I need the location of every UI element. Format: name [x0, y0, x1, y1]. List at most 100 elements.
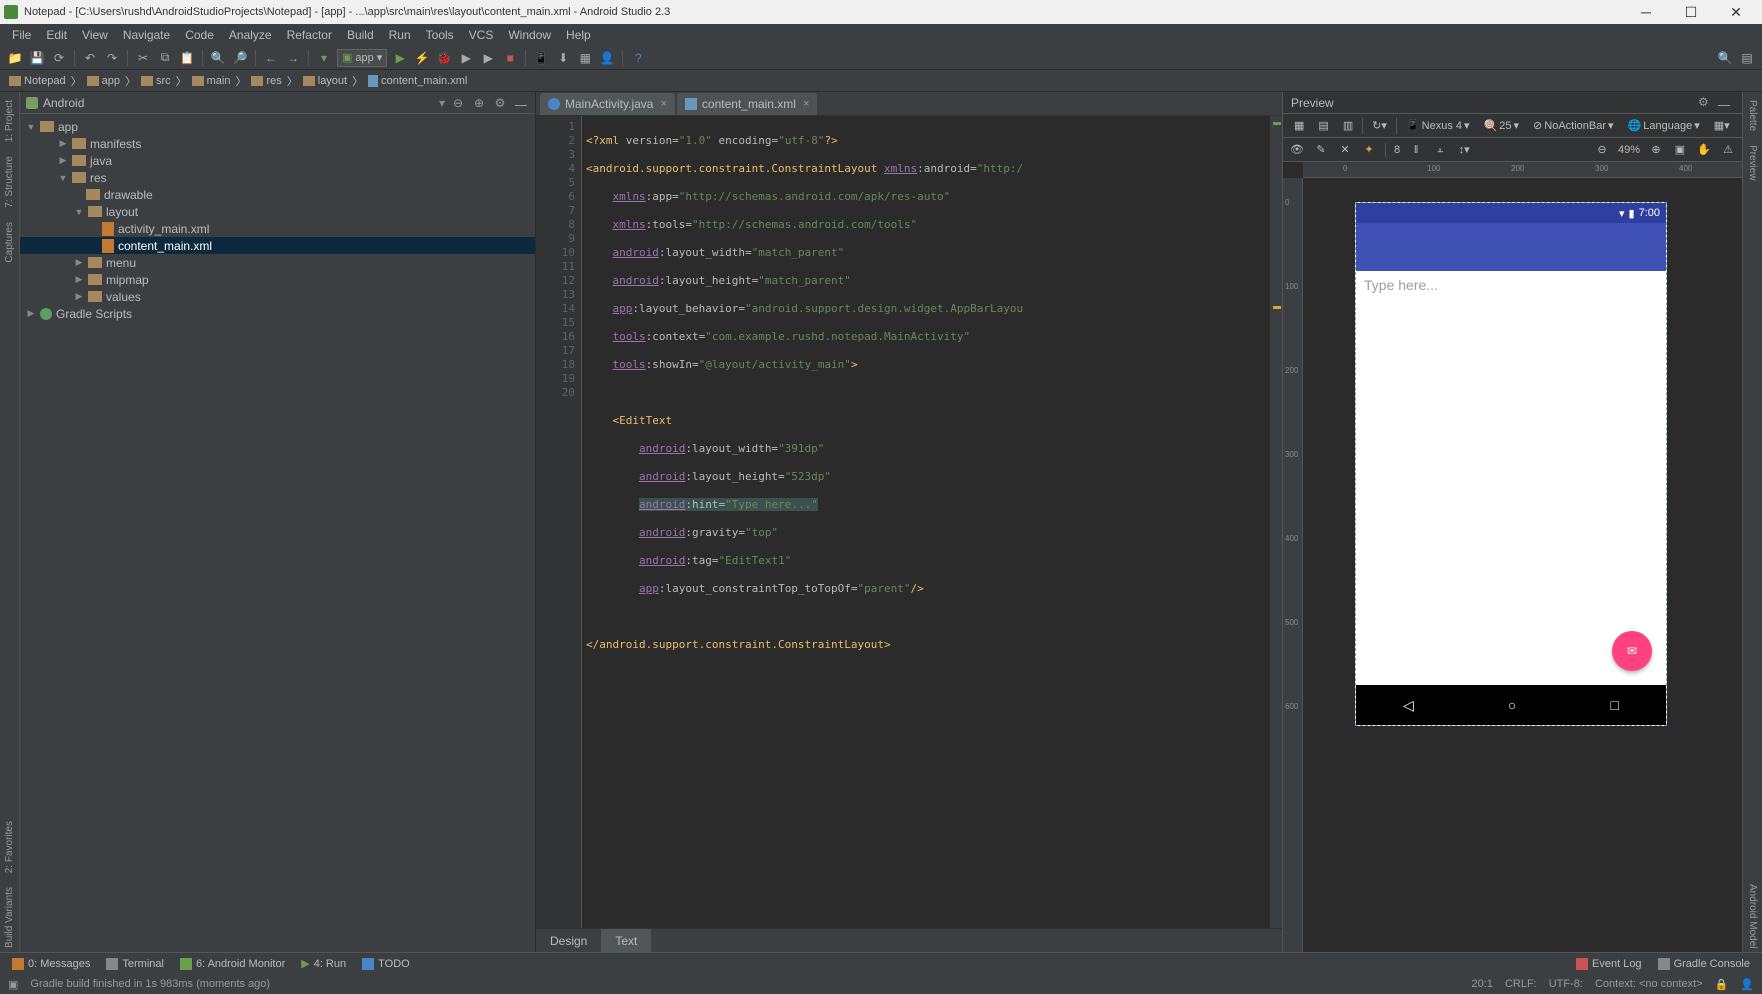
- menu-refactor[interactable]: Refactor: [281, 26, 338, 44]
- copy-icon[interactable]: ⧉: [156, 49, 174, 67]
- zoom-in-icon[interactable]: ⊕: [1648, 142, 1664, 158]
- tree-layout[interactable]: ▼layout: [20, 203, 535, 220]
- menu-window[interactable]: Window: [502, 26, 557, 44]
- tool-structure-tab[interactable]: 7: Structure: [3, 152, 16, 212]
- menu-edit[interactable]: Edit: [40, 26, 73, 44]
- tree-activity-main[interactable]: activity_main.xml: [20, 220, 535, 237]
- view-mode-icon[interactable]: ▦: [1289, 117, 1309, 135]
- tab-content-main[interactable]: content_main.xml×: [677, 93, 817, 115]
- menu-analyze[interactable]: Analyze: [223, 26, 278, 44]
- menu-code[interactable]: Code: [179, 26, 220, 44]
- tool-palette-tab[interactable]: Palette: [1746, 96, 1759, 135]
- tree-res[interactable]: ▼res: [20, 169, 535, 186]
- run-config-selector[interactable]: ▣app▾: [337, 49, 387, 67]
- code-editor[interactable]: <?xml version="1.0" encoding="utf-8"?> <…: [582, 116, 1282, 928]
- crumb-project[interactable]: Notepad: [6, 74, 69, 88]
- menu-help[interactable]: Help: [560, 26, 597, 44]
- search-everywhere-icon[interactable]: 🔍: [1716, 49, 1734, 67]
- tree-drawable[interactable]: drawable: [20, 186, 535, 203]
- line-number-gutter[interactable]: 1234567891011121314151617181920: [536, 116, 582, 928]
- close-window-button[interactable]: ✕: [1714, 0, 1758, 24]
- help-icon[interactable]: ?: [629, 49, 647, 67]
- menu-tools[interactable]: Tools: [420, 26, 460, 44]
- menu-view[interactable]: View: [76, 26, 114, 44]
- tree-app[interactable]: ▼app: [20, 118, 535, 135]
- tool-build-variants-tab[interactable]: Build Variants: [3, 883, 16, 952]
- preview-hide-icon[interactable]: ⎼: [1718, 95, 1734, 111]
- menu-file[interactable]: File: [6, 26, 37, 44]
- tree-manifests[interactable]: ▶manifests: [20, 135, 535, 152]
- crumb-src[interactable]: src: [138, 74, 174, 88]
- align-icon[interactable]: ‖: [1408, 142, 1424, 158]
- tool-todo[interactable]: TODO: [356, 958, 416, 970]
- crumb-app[interactable]: app: [84, 74, 123, 88]
- tool-android-model-tab[interactable]: Android Model: [1746, 880, 1759, 952]
- layout-inspector-icon[interactable]: ▦: [576, 49, 594, 67]
- status-line-ending[interactable]: CRLF:: [1505, 978, 1537, 990]
- warnings-icon[interactable]: ⚠: [1720, 142, 1736, 158]
- status-encoding[interactable]: UTF-8:: [1549, 978, 1583, 990]
- zoom-out-icon[interactable]: ⊖: [1594, 142, 1610, 158]
- debug-icon[interactable]: 🐞: [435, 49, 453, 67]
- window-button-icon[interactable]: ▣: [8, 978, 18, 991]
- pan-icon[interactable]: ✋: [1696, 142, 1712, 158]
- redo-icon[interactable]: ↷: [103, 49, 121, 67]
- status-position[interactable]: 20:1: [1472, 978, 1493, 990]
- tool-project-tab[interactable]: 1: Project: [3, 96, 16, 146]
- theme-editor-icon[interactable]: 👤: [598, 49, 616, 67]
- tool-terminal[interactable]: Terminal: [100, 958, 170, 970]
- tree-menu[interactable]: ▶menu: [20, 254, 535, 271]
- tool-android-monitor[interactable]: 6: Android Monitor: [174, 958, 291, 970]
- clear-icon[interactable]: ✕: [1337, 142, 1353, 158]
- tool-event-log[interactable]: Event Log: [1570, 958, 1648, 970]
- expand-icon[interactable]: ↕▾: [1456, 142, 1472, 158]
- back-icon[interactable]: ←: [262, 49, 280, 67]
- sdk-manager-icon[interactable]: ⬇: [554, 49, 572, 67]
- project-tree[interactable]: ▼app ▶manifests ▶java ▼res drawable ▼lay…: [20, 114, 535, 326]
- crumb-res[interactable]: res: [248, 74, 284, 88]
- menu-build[interactable]: Build: [341, 26, 380, 44]
- project-hide-icon[interactable]: ⎼: [513, 95, 529, 111]
- api-selector[interactable]: 🍭25 ▾: [1479, 117, 1524, 135]
- undo-icon[interactable]: ↶: [81, 49, 99, 67]
- design-tab[interactable]: Design: [536, 929, 601, 953]
- settings-pin-icon[interactable]: ▤: [1738, 49, 1756, 67]
- attach-debugger-icon[interactable]: ▶: [479, 49, 497, 67]
- paste-icon[interactable]: 📋: [178, 49, 196, 67]
- stop-icon[interactable]: ■: [501, 49, 519, 67]
- open-icon[interactable]: 📁: [6, 49, 24, 67]
- tool-run[interactable]: ▶4: Run: [295, 957, 352, 970]
- tool-preview-tab[interactable]: Preview: [1746, 141, 1759, 185]
- zoom-fit-icon[interactable]: ▣: [1672, 142, 1688, 158]
- tab-main-activity[interactable]: MainActivity.java×: [540, 93, 675, 115]
- tree-gradle[interactable]: ▶Gradle Scripts: [20, 305, 535, 322]
- make-icon[interactable]: ▾: [315, 49, 333, 67]
- project-view-selector[interactable]: Android: [43, 96, 434, 110]
- run-icon[interactable]: ▶: [391, 49, 409, 67]
- close-tab-icon[interactable]: ×: [660, 98, 666, 110]
- surface-icon[interactable]: ▤: [1313, 117, 1333, 135]
- menu-vcs[interactable]: VCS: [463, 26, 500, 44]
- hector-icon[interactable]: 👤: [1740, 978, 1754, 991]
- crumb-main[interactable]: main: [189, 74, 234, 88]
- forward-icon[interactable]: →: [284, 49, 302, 67]
- cut-icon[interactable]: ✂: [134, 49, 152, 67]
- find-icon[interactable]: 🔍: [209, 49, 227, 67]
- project-target-icon[interactable]: ⊕: [471, 95, 487, 111]
- surface2-icon[interactable]: ▥: [1338, 117, 1358, 135]
- preview-gear-icon[interactable]: ⚙: [1698, 95, 1714, 111]
- orientation-icon[interactable]: ↻▾: [1367, 117, 1392, 135]
- sync-icon[interactable]: ⟳: [50, 49, 68, 67]
- lock-icon[interactable]: 🔒: [1715, 978, 1729, 991]
- margins-icon[interactable]: ⫠: [1432, 142, 1448, 158]
- crumb-file[interactable]: content_main.xml: [365, 74, 470, 88]
- project-collapse-icon[interactable]: ⊖: [450, 95, 466, 111]
- text-tab[interactable]: Text: [601, 929, 651, 953]
- tree-java[interactable]: ▶java: [20, 152, 535, 169]
- status-context[interactable]: Context: <no context>: [1595, 978, 1703, 990]
- replace-icon[interactable]: 🔎: [231, 49, 249, 67]
- tree-mipmap[interactable]: ▶mipmap: [20, 271, 535, 288]
- tool-favorites-tab[interactable]: 2: Favorites: [3, 817, 16, 877]
- star-icon[interactable]: ✦: [1361, 142, 1377, 158]
- maximize-button[interactable]: ☐: [1669, 0, 1713, 24]
